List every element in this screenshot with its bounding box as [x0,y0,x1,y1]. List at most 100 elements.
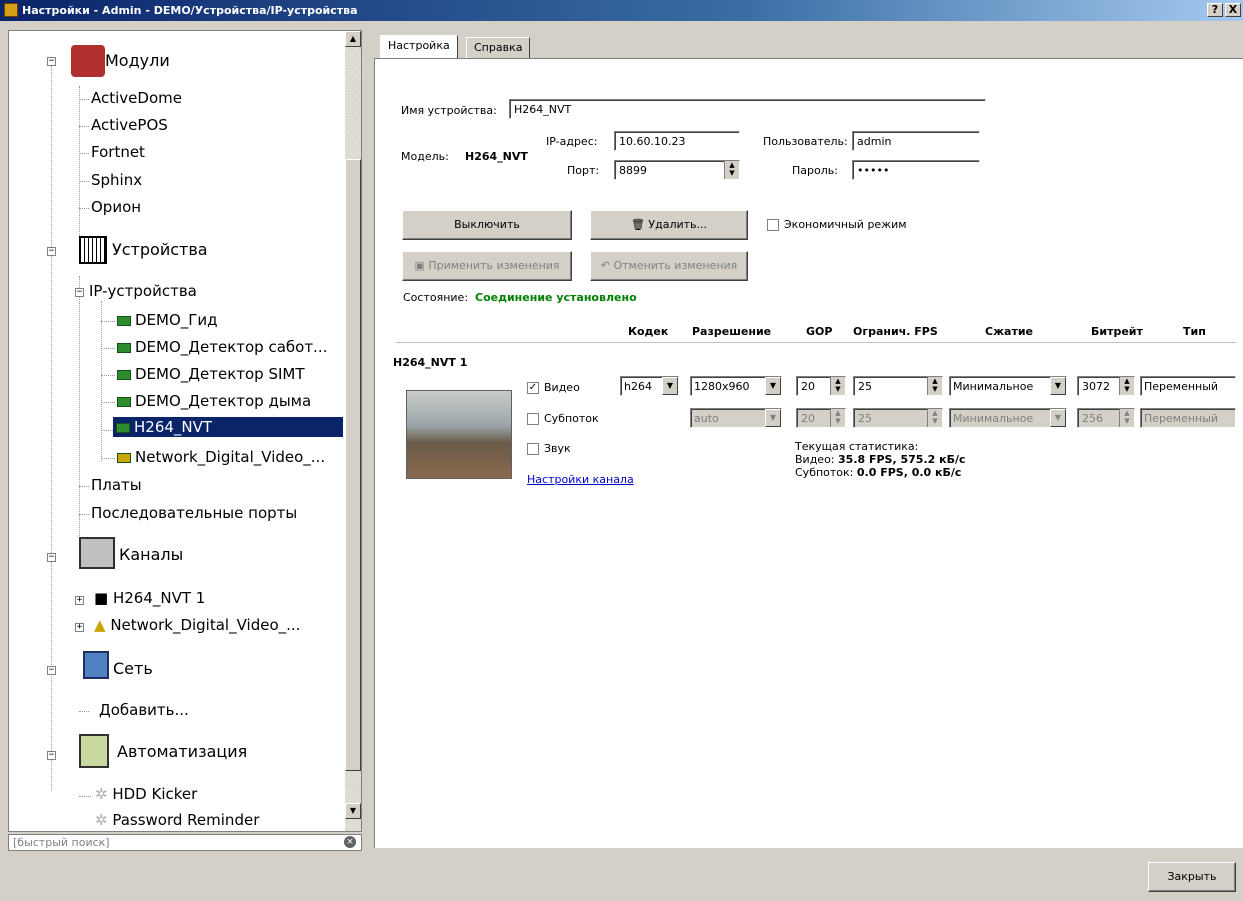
scroll-up-button[interactable]: ▲ [345,31,361,47]
tree-activedome[interactable]: ActiveDome [91,89,182,107]
tree-h264-nvt[interactable]: H264_NVT [113,417,343,437]
tree-demo-smoke[interactable]: DEMO_Детектор дыма [117,392,311,410]
tree-demo-simt[interactable]: DEMO_Детектор SIMT [117,365,305,383]
tree-channels[interactable]: Каналы [119,545,183,564]
clear-search-icon[interactable]: × [344,836,356,848]
tree-activepos[interactable]: ActivePOS [91,116,168,134]
modules-expander[interactable]: − [47,57,56,66]
window-title: Настройки - Admin - DEMO/Устройства/IP-у… [22,4,358,17]
video-compression-select[interactable]: Минимальное ▼ [949,376,1067,396]
tree-h264-nvt-label: H264_NVT [134,418,213,436]
network-icon [83,651,109,679]
network-expander[interactable]: − [47,666,56,675]
sub-fps-stepper[interactable]: 25 ▲ ▼ [853,408,943,428]
cancel-changes-button[interactable]: ↶ Отменить изменения [590,251,748,281]
tab-help[interactable]: Справка [466,37,531,59]
tree-demo-sabot-label: DEMO_Детектор сабот... [135,338,328,356]
video-type-select[interactable]: Переменный [1140,376,1236,396]
video-bitrate-value: 3072 [1082,380,1110,393]
tree-add[interactable]: Добавить... [99,701,189,719]
password-field[interactable]: ••••• [852,160,980,180]
eco-mode-checkbox[interactable]: Экономичный режим [767,218,907,231]
title-bar: Настройки - Admin - DEMO/Устройства/IP-у… [0,0,1243,21]
video-resolution-select[interactable]: 1280x960 ▼ [690,376,782,396]
tree-ndv[interactable]: Network_Digital_Video_... [117,448,325,466]
video-gop-value: 20 [801,380,815,393]
save-icon: ▣ [414,259,429,272]
tree-demo-gid[interactable]: DEMO_Гид [117,311,218,329]
ip-field[interactable]: 10.60.10.23 [614,131,740,151]
video-checkbox[interactable]: ✓ Видео [527,381,580,394]
tree-hdd-kicker-label: HDD Kicker [112,785,198,803]
user-field[interactable]: admin [852,131,980,151]
spin-icon[interactable]: ▲ ▼ [830,409,845,427]
tree-serial-ports[interactable]: Последовательные порты [91,504,297,522]
devices-expander[interactable]: − [47,247,56,256]
device-icon [117,396,131,407]
tree-fortnet[interactable]: Fortnet [91,143,145,161]
delete-button-label: Удалить... [648,218,708,231]
video-codec-select[interactable]: h264 ▼ [620,376,679,396]
tree-ip-devices[interactable]: IP-устройства [89,282,197,300]
tree-hdd-kicker[interactable]: ✲ HDD Kicker [95,785,197,803]
gear-icon: ✲ [95,785,113,803]
sub-compression-select[interactable]: Минимальное ▼ [949,408,1067,428]
tree-password-reminder[interactable]: ✲ Password Reminder [95,811,259,829]
port-stepper[interactable]: 8899 ▲ ▼ [614,160,740,180]
video-fps-stepper[interactable]: 25 ▲ ▼ [853,376,943,396]
tree-sphinx[interactable]: Sphinx [91,171,142,189]
sub-codec-select[interactable]: auto ▼ [690,408,782,428]
delete-button[interactable]: 🗑 Удалить... [590,210,748,240]
video-bitrate-stepper[interactable]: 3072 ▲ ▼ [1077,376,1135,396]
undo-icon: ↶ [600,259,614,272]
tree-demo-sabot[interactable]: DEMO_Детектор сабот... [117,338,327,356]
chevron-down-icon: ▼ [662,377,678,395]
tree-scrollbar[interactable]: ▲ ▼ [345,31,361,831]
ip-devices-expander[interactable]: − [75,288,84,297]
ch-ndv-expander[interactable]: + [75,623,84,632]
sub-type-select[interactable]: Переменный [1140,408,1236,428]
tree-modules[interactable]: Модули [105,51,170,70]
scroll-thumb[interactable] [345,159,361,771]
spin-icon[interactable]: ▲ ▼ [1119,409,1134,427]
chevron-down-icon: ▼ [1050,409,1066,427]
tree-orion[interactable]: Орион [91,198,141,216]
col-gop: GOP [806,325,833,338]
device-icon [117,315,131,326]
device-name-label: Имя устройства: [401,104,497,117]
video-gop-stepper[interactable]: 20 ▲ ▼ [796,376,846,396]
sub-bitrate-stepper[interactable]: 256 ▲ ▼ [1077,408,1135,428]
sound-checkbox[interactable]: Звук [527,442,571,455]
spin-icon[interactable]: ▲ ▼ [830,377,845,395]
close-button[interactable]: Закрыть [1148,862,1236,892]
tree-devices[interactable]: Устройства [112,240,208,259]
channel-settings-link[interactable]: Настройки канала [527,473,634,486]
video-check-icon: ✓ [527,382,539,394]
ch-h264-expander[interactable]: + [75,596,84,605]
scroll-down-button[interactable]: ▼ [345,803,361,819]
apply-changes-button[interactable]: ▣ Применить изменения [402,251,572,281]
channels-expander[interactable]: − [47,553,56,562]
cameras-icon [79,537,115,569]
device-name-field[interactable]: H264_NVT [509,99,986,119]
automation-expander[interactable]: − [47,751,56,760]
port-label: Порт: [567,164,600,177]
spin-icon[interactable]: ▲ ▼ [927,409,942,427]
disable-button[interactable]: Выключить [402,210,572,240]
tree-boards[interactable]: Платы [91,476,142,494]
substream-checkbox[interactable]: Субпоток [527,412,599,425]
close-window-button[interactable]: X [1225,3,1241,17]
spin-icon[interactable]: ▲ ▼ [927,377,942,395]
tree-ch-h264[interactable]: ■ H264_NVT 1 [94,589,205,607]
port-spin-icon[interactable]: ▲ ▼ [724,161,739,179]
quick-search-input[interactable]: [быстрый поиск] [8,834,362,851]
spin-icon[interactable]: ▲ ▼ [1119,377,1134,395]
sub-gop-stepper[interactable]: 20 ▲ ▼ [796,408,846,428]
tree-ch-ndv[interactable]: ▲ Network_Digital_Video_... [94,616,300,634]
tab-settings[interactable]: Настройка [380,35,458,59]
table-divider [396,342,1236,343]
stats-substream: Субпоток: 0.0 FPS, 0.0 кБ/с [795,466,961,479]
tree-network[interactable]: Сеть [113,659,153,678]
help-button[interactable]: ? [1207,3,1223,17]
tree-automation[interactable]: Автоматизация [117,742,247,761]
